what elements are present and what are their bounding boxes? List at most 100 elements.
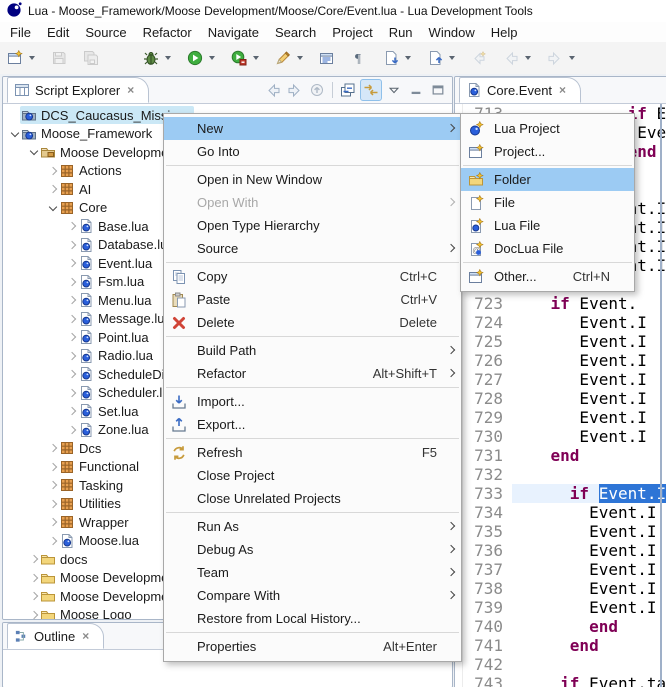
code-text[interactable]: if Event.ta — [512, 674, 666, 687]
line-number[interactable]: 740 — [463, 617, 512, 636]
prev-annotation-icon[interactable] — [424, 45, 446, 71]
menu-file[interactable]: File — [2, 23, 39, 42]
line-number[interactable]: 723 — [463, 294, 512, 313]
line-number[interactable]: 727 — [463, 370, 512, 389]
expand-arrow-icon[interactable] — [67, 240, 77, 250]
line-number[interactable]: 741 — [463, 636, 512, 655]
expand-arrow-icon[interactable] — [29, 554, 39, 564]
line-number[interactable]: 731 — [463, 446, 512, 465]
back-icon[interactable] — [500, 45, 522, 71]
menu-item-go-into[interactable]: Go Into — [164, 140, 461, 163]
menu-item-run-as[interactable]: Run As — [164, 515, 461, 538]
code-text[interactable]: Event.I — [512, 332, 666, 351]
link-with-editor-icon[interactable] — [360, 79, 382, 101]
expand-arrow-icon[interactable] — [67, 425, 77, 435]
code-text[interactable]: Event.I — [512, 427, 666, 446]
menu-help[interactable]: Help — [483, 23, 526, 42]
code-text[interactable] — [512, 655, 666, 674]
menu-search[interactable]: Search — [267, 23, 324, 42]
code-line-734[interactable]: 734 Event.I — [455, 503, 666, 522]
collapse-all-icon[interactable] — [338, 80, 358, 100]
code-text[interactable] — [512, 465, 666, 484]
expand-arrow-icon[interactable] — [67, 221, 77, 231]
line-number[interactable]: 726 — [463, 351, 512, 370]
code-line-727[interactable]: 727 Event.I — [455, 370, 666, 389]
tab-script-explorer[interactable]: Script Explorer × — [7, 77, 149, 103]
forward-dropdown-arrow[interactable] — [569, 56, 575, 60]
menu-item-other[interactable]: Other...Ctrl+N — [461, 265, 634, 288]
close-icon[interactable]: × — [82, 629, 89, 643]
code-text[interactable]: Event.I — [512, 351, 666, 370]
line-number[interactable]: 736 — [463, 541, 512, 560]
save-icon[interactable] — [48, 45, 70, 71]
code-text[interactable]: if Event.Initiator — [512, 484, 666, 503]
menu-item-source[interactable]: Source — [164, 237, 461, 260]
code-line-732[interactable]: 732 — [455, 465, 666, 484]
expand-arrow-icon[interactable] — [67, 332, 77, 342]
expand-arrow-icon[interactable] — [48, 462, 58, 472]
line-number[interactable]: 730 — [463, 427, 512, 446]
view-menu-icon[interactable] — [384, 80, 404, 100]
menu-window[interactable]: Window — [421, 23, 483, 42]
menu-item-import[interactable]: Import... — [164, 390, 461, 413]
expand-arrow-icon[interactable] — [48, 517, 58, 527]
minimize-icon[interactable] — [406, 80, 426, 100]
line-number[interactable]: 735 — [463, 522, 512, 541]
menu-navigate[interactable]: Navigate — [200, 23, 267, 42]
code-text[interactable]: Event.I — [512, 503, 666, 522]
back-icon[interactable] — [263, 80, 283, 100]
menu-item-doclua-file[interactable]: @DocLua File — [461, 237, 634, 260]
new-wizard-icon[interactable] — [4, 45, 26, 71]
new-wizard-dropdown-arrow[interactable] — [29, 56, 35, 60]
tab-outline[interactable]: Outline × — [7, 623, 104, 649]
expand-arrow-icon[interactable] — [67, 295, 77, 305]
code-line-739[interactable]: 739 Event.I — [455, 598, 666, 617]
next-annotation-dropdown-arrow[interactable] — [405, 56, 411, 60]
expand-arrow-icon[interactable] — [29, 573, 39, 583]
coverage-icon[interactable] — [228, 45, 250, 71]
menu-item-copy[interactable]: CopyCtrl+C — [164, 265, 461, 288]
menu-item-debug-as[interactable]: Debug As — [164, 538, 461, 561]
line-number[interactable]: 732 — [463, 465, 512, 484]
forward-icon[interactable] — [285, 80, 305, 100]
code-line-743[interactable]: 743 if Event.ta — [455, 674, 666, 687]
code-text[interactable]: Event.I — [512, 541, 666, 560]
code-text[interactable]: Event.I — [512, 522, 666, 541]
menu-edit[interactable]: Edit — [39, 23, 77, 42]
line-number[interactable]: 729 — [463, 408, 512, 427]
menu-item-refresh[interactable]: RefreshF5 — [164, 441, 461, 464]
menu-item-folder[interactable]: Folder — [461, 168, 634, 191]
menu-source[interactable]: Source — [77, 23, 134, 42]
menu-run[interactable]: Run — [381, 23, 421, 42]
menu-item-open-in-new-window[interactable]: Open in New Window — [164, 168, 461, 191]
code-line-723[interactable]: 723 if Event. — [455, 294, 666, 313]
code-line-737[interactable]: 737 Event.I — [455, 560, 666, 579]
menu-item-properties[interactable]: PropertiesAlt+Enter — [164, 635, 461, 658]
menu-item-paste[interactable]: PasteCtrl+V — [164, 288, 461, 311]
collapse-arrow-icon[interactable] — [29, 147, 39, 157]
open-element-icon[interactable] — [316, 45, 338, 71]
code-line-733[interactable]: 733 if Event.Initiator — [455, 484, 666, 503]
code-text[interactable]: Event.I — [512, 313, 666, 332]
tab-core-event[interactable]: Core.Event × — [459, 77, 581, 103]
expand-arrow-icon[interactable] — [67, 314, 77, 324]
code-text[interactable]: if Event. — [512, 294, 666, 313]
menu-item-delete[interactable]: DeleteDelete — [164, 311, 461, 334]
show-whitespace-icon[interactable]: ¶ — [348, 45, 370, 71]
expand-arrow-icon[interactable] — [67, 351, 77, 361]
menu-item-team[interactable]: Team — [164, 561, 461, 584]
line-number[interactable]: 734 — [463, 503, 512, 522]
menu-item-close-unrelated-projects[interactable]: Close Unrelated Projects — [164, 487, 461, 510]
code-line-728[interactable]: 728 Event.I — [455, 389, 666, 408]
prev-annotation-dropdown-arrow[interactable] — [449, 56, 455, 60]
debug-dropdown-arrow[interactable] — [165, 56, 171, 60]
expand-arrow-icon[interactable] — [29, 610, 39, 619]
line-number[interactable]: 742 — [463, 655, 512, 674]
code-text[interactable]: Event.I — [512, 370, 666, 389]
save-all-icon[interactable] — [80, 45, 102, 71]
expand-arrow-icon[interactable] — [29, 591, 39, 601]
line-number[interactable]: 739 — [463, 598, 512, 617]
menu-item-lua-project[interactable]: Lua Project — [461, 117, 634, 140]
collapse-arrow-icon[interactable] — [48, 203, 58, 213]
expand-arrow-icon[interactable] — [48, 499, 58, 509]
